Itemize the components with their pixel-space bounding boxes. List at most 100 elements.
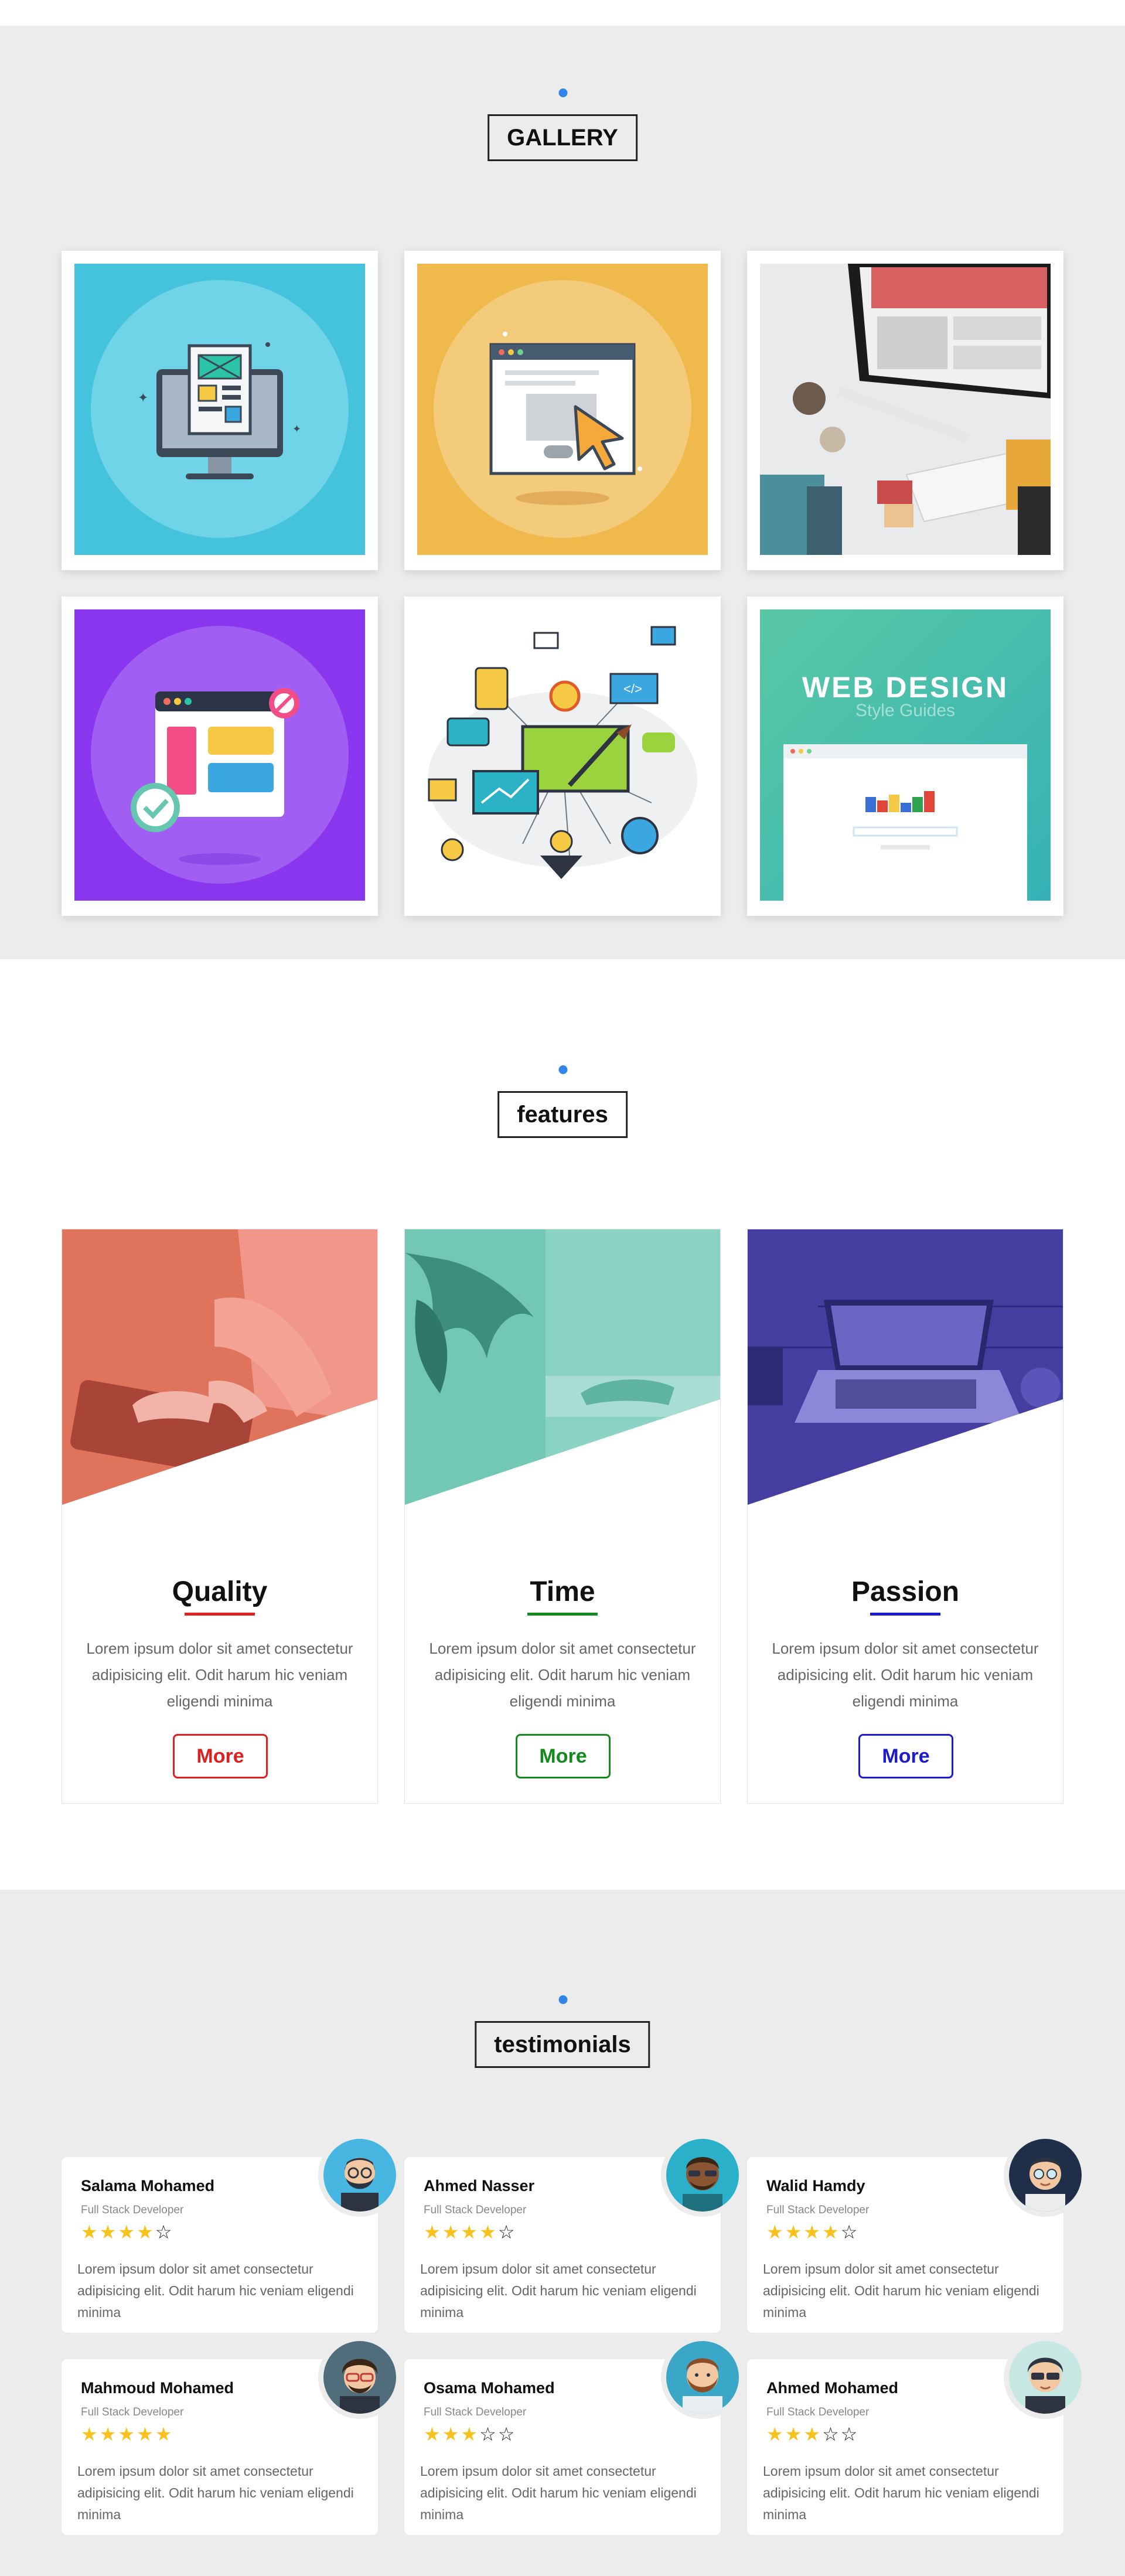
gallery-section: GALLERY ✦ ✦ </> WEB DESIGN Style Guides xyxy=(0,26,1125,959)
avatar xyxy=(1004,2336,1087,2419)
time-more-button[interactable]: More xyxy=(516,1734,611,1778)
star-filled-icon: ★ xyxy=(424,2424,442,2445)
svg-text:</>: </> xyxy=(623,682,642,696)
feature-card-quality: Quality Lorem ipsum dolor sit amet conse… xyxy=(62,1229,378,1804)
star-filled-icon: ★ xyxy=(785,2221,804,2243)
feature-description: Lorem ipsum dolor sit amet consectetur a… xyxy=(86,1640,353,1710)
svg-text:✦: ✦ xyxy=(292,423,301,435)
testimonial-card: Ahmed Mohamed Full Stack Developer ★★★☆☆… xyxy=(747,2336,1087,2535)
quality-more-button[interactable]: More xyxy=(173,1734,268,1778)
star-empty-icon: ☆ xyxy=(497,2221,517,2243)
star-rating: ★★★★☆ xyxy=(81,2221,173,2243)
testimonial-name: Ahmed Nasser xyxy=(424,2177,535,2195)
star-rating: ★★★☆☆ xyxy=(424,2424,516,2445)
feature-title: Passion xyxy=(851,1576,960,1607)
passion-more-button[interactable]: More xyxy=(858,1734,953,1778)
testimonial-role: Full Stack Developer xyxy=(424,2406,527,2418)
star-empty-icon: ☆ xyxy=(822,2424,841,2445)
star-filled-icon: ★ xyxy=(118,2221,137,2243)
star-filled-icon: ★ xyxy=(155,2424,174,2445)
digital-marketing-icons-illustration: </> xyxy=(417,609,708,901)
testimonial-card: Osama Mohamed Full Stack Developer ★★★☆☆… xyxy=(404,2336,744,2535)
desk-photo-icon xyxy=(760,264,1051,555)
star-filled-icon: ★ xyxy=(479,2221,498,2243)
star-filled-icon: ★ xyxy=(442,2424,461,2445)
star-filled-icon: ★ xyxy=(785,2424,804,2445)
man-dark-glasses-avatar-icon xyxy=(1009,2341,1082,2414)
feature-card-passion: Passion Lorem ipsum dolor sit amet conse… xyxy=(747,1229,1063,1804)
star-filled-icon: ★ xyxy=(81,2424,100,2445)
feature-underline xyxy=(870,1613,940,1616)
gallery-item[interactable] xyxy=(747,251,1063,570)
section-dot xyxy=(558,1065,568,1074)
gallery-item[interactable] xyxy=(404,251,721,570)
man-beard-avatar-icon xyxy=(666,2341,739,2414)
star-empty-icon: ☆ xyxy=(840,2424,860,2445)
star-filled-icon: ★ xyxy=(118,2424,137,2445)
star-filled-icon: ★ xyxy=(803,2424,823,2445)
gallery-item[interactable]: </> xyxy=(404,597,721,916)
star-filled-icon: ★ xyxy=(424,2221,442,2243)
testimonial-name: Ahmed Mohamed xyxy=(766,2379,899,2397)
testimonial-role: Full Stack Developer xyxy=(81,2204,184,2216)
testimonial-name: Osama Mohamed xyxy=(424,2379,555,2397)
testimonial-text: Lorem ipsum dolor sit amet consectetur a… xyxy=(420,2463,697,2522)
testimonial-name: Walid Hamdy xyxy=(766,2177,865,2195)
star-filled-icon: ★ xyxy=(461,2424,480,2445)
testimonial-text: Lorem ipsum dolor sit amet consectetur a… xyxy=(77,2463,354,2522)
features-section: features Quality Lorem ipsum dolor sit a… xyxy=(0,959,1125,1890)
features-heading: features xyxy=(497,1091,628,1138)
feature-image xyxy=(62,1229,377,1505)
marketing-icons-icon: </> xyxy=(417,609,708,901)
star-rating: ★★★★★ xyxy=(81,2424,173,2445)
plant-laptop-photo-icon xyxy=(405,1229,720,1505)
avatar xyxy=(318,2134,401,2217)
gallery-heading: GALLERY xyxy=(488,114,638,161)
web-design-title: WEB DESIGN xyxy=(802,671,1008,704)
bearded-man-avatar-icon xyxy=(323,2139,396,2212)
feature-image xyxy=(405,1229,720,1505)
testimonial-text: Lorem ipsum dolor sit amet consectetur a… xyxy=(420,2261,697,2320)
star-empty-icon: ☆ xyxy=(840,2221,860,2243)
star-filled-icon: ★ xyxy=(99,2424,118,2445)
gallery-item[interactable]: ✦ ✦ xyxy=(62,251,378,570)
star-filled-icon: ★ xyxy=(442,2221,461,2243)
testimonial-name: Salama Mohamed xyxy=(81,2177,215,2195)
testimonial-card: Walid Hamdy Full Stack Developer ★★★★☆ L… xyxy=(747,2134,1087,2333)
web-design-subtitle: Style Guides xyxy=(855,701,955,720)
browser-cursor-icon xyxy=(417,264,708,555)
laptop-desk-photo-icon xyxy=(748,1229,1063,1505)
star-filled-icon: ★ xyxy=(822,2221,841,2243)
designer-desk-photo xyxy=(760,264,1051,555)
testimonial-card: Mahmoud Mohamed Full Stack Developer ★★★… xyxy=(62,2336,401,2535)
avatar xyxy=(318,2336,401,2419)
star-rating: ★★★☆☆ xyxy=(766,2424,859,2445)
app-check-icon xyxy=(74,609,365,901)
avatar xyxy=(661,2134,744,2217)
star-empty-icon: ☆ xyxy=(479,2424,498,2445)
monitor-illustration-icon: ✦ ✦ xyxy=(74,264,365,555)
testimonial-role: Full Stack Developer xyxy=(766,2204,870,2216)
computer-monitor-illustration: ✦ ✦ xyxy=(74,264,365,555)
feature-underline xyxy=(185,1613,255,1616)
star-filled-icon: ★ xyxy=(461,2221,480,2243)
star-empty-icon: ☆ xyxy=(497,2424,517,2445)
star-filled-icon: ★ xyxy=(99,2221,118,2243)
feature-image xyxy=(748,1229,1063,1505)
testimonial-name: Mahmoud Mohamed xyxy=(81,2379,234,2397)
gallery-item[interactable] xyxy=(62,597,378,916)
star-filled-icon: ★ xyxy=(137,2221,155,2243)
testimonial-role: Full Stack Developer xyxy=(81,2406,184,2418)
section-dot xyxy=(558,88,568,97)
testimonial-role: Full Stack Developer xyxy=(766,2406,870,2418)
feature-description: Lorem ipsum dolor sit amet consectetur a… xyxy=(429,1640,696,1710)
man-glasses-avatar-icon xyxy=(1009,2139,1082,2212)
feature-title: Time xyxy=(530,1576,595,1607)
testimonial-card: Salama Mohamed Full Stack Developer ★★★★… xyxy=(62,2134,401,2333)
gallery-item[interactable]: WEB DESIGN Style Guides xyxy=(747,597,1063,916)
testimonial-text: Lorem ipsum dolor sit amet consectetur a… xyxy=(763,2261,1039,2320)
feature-title: Quality xyxy=(172,1576,268,1607)
man-curly-hair-avatar-icon xyxy=(323,2341,396,2414)
testimonial-text: Lorem ipsum dolor sit amet consectetur a… xyxy=(77,2261,354,2320)
section-dot xyxy=(558,1995,568,2004)
